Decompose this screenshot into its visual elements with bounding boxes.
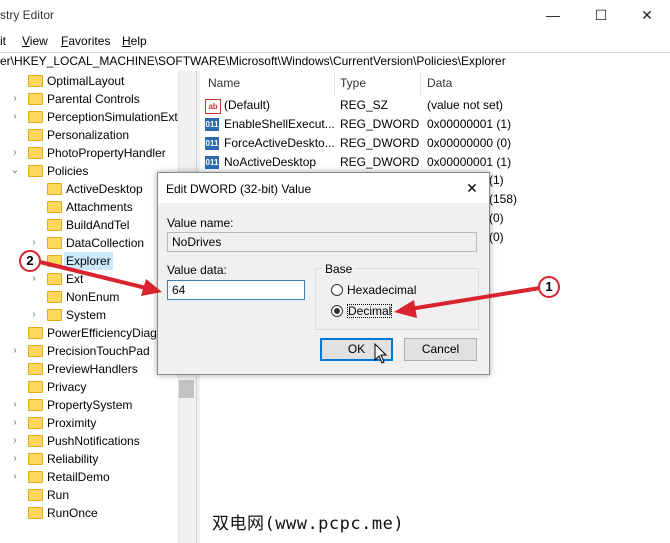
arrow-to-decimal-icon	[394, 286, 542, 318]
step-2-badge: 2	[19, 250, 41, 272]
annotation-arrows	[38, 260, 542, 318]
arrow-to-value-data-icon	[38, 260, 162, 296]
step-1-badge: 1	[538, 276, 560, 298]
watermark-text: 双电网(www.pcpc.me)	[212, 514, 405, 534]
